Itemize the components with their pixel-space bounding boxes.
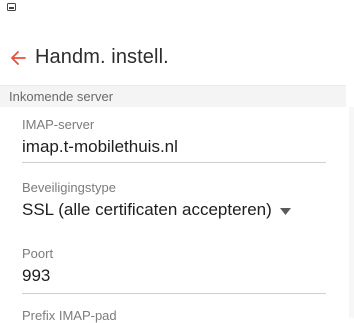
security-type-label: Beveiligingstype [22, 180, 116, 195]
port-label: Poort [22, 246, 54, 261]
section-header-incoming-server: Inkomende server [0, 85, 346, 107]
arrow-left-icon [11, 51, 26, 65]
app-bar: Handm. instell. [0, 40, 354, 82]
imap-server-underline [22, 162, 326, 163]
port-input[interactable]: 993 [22, 266, 326, 286]
imap-prefix-field[interactable]: Prefix IMAP-pad [22, 308, 326, 323]
image-notification-icon [7, 3, 16, 11]
section-header-label: Inkomende server [9, 89, 114, 104]
imap-server-input[interactable]: imap.t-mobilethuis.nl [22, 137, 326, 157]
right-edge-shade [349, 107, 354, 318]
security-type-field[interactable]: Beveiligingstype SSL (alle certificaten … [22, 180, 326, 220]
port-underline [22, 293, 326, 294]
triangle-down-icon [279, 207, 291, 215]
imap-prefix-label: Prefix IMAP-pad [22, 308, 117, 323]
port-field[interactable]: Poort 993 [22, 246, 326, 294]
back-button[interactable] [4, 40, 32, 76]
security-type-value: SSL (alle certificaten accepteren) [22, 200, 272, 219]
status-bar [0, 0, 354, 22]
page-title: Handm. instell. [35, 46, 169, 68]
security-type-dropdown[interactable]: SSL (alle certificaten accepteren) [22, 200, 326, 220]
imap-server-field[interactable]: IMAP-server imap.t-mobilethuis.nl [22, 117, 326, 163]
imap-server-label: IMAP-server [22, 117, 95, 132]
